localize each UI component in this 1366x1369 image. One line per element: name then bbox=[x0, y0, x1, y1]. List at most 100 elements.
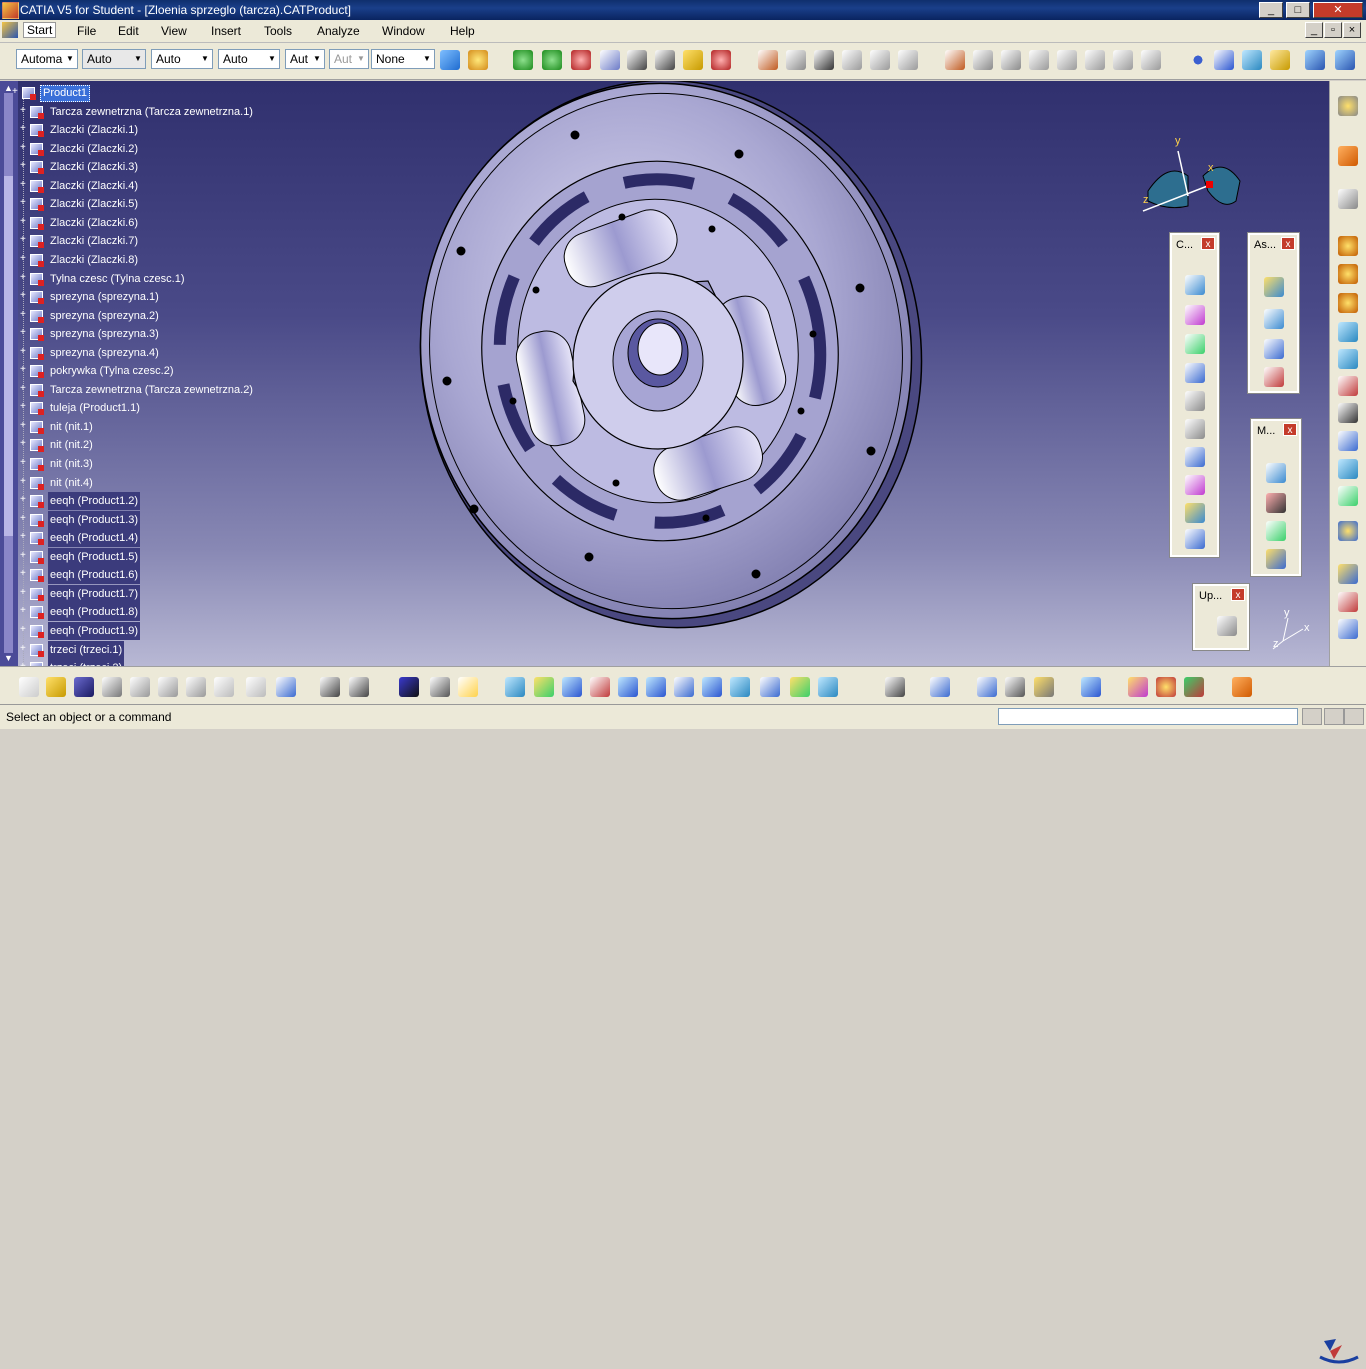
iso-view-icon[interactable] bbox=[730, 677, 750, 697]
graph-tree-reordering-icon[interactable] bbox=[945, 50, 965, 70]
expand-toggle-icon[interactable]: + bbox=[20, 476, 28, 486]
minimize-button[interactable]: _ bbox=[1259, 2, 1283, 18]
reuse-constraints-icon[interactable] bbox=[1184, 529, 1205, 549]
expand-toggle-icon[interactable]: + bbox=[20, 402, 28, 412]
rotate-icon[interactable] bbox=[590, 677, 610, 697]
scene-icon[interactable] bbox=[1338, 564, 1358, 584]
lock-icon[interactable] bbox=[430, 677, 450, 697]
menu-edit[interactable]: Edit bbox=[118, 24, 139, 38]
apply-material-icon[interactable] bbox=[468, 50, 488, 70]
measure-item-icon[interactable] bbox=[1005, 677, 1025, 697]
painter-icon[interactable] bbox=[440, 50, 460, 70]
swap-visible-space-icon[interactable] bbox=[818, 677, 838, 697]
replace-component-icon[interactable] bbox=[898, 50, 918, 70]
flag-note-icon[interactable] bbox=[1338, 431, 1358, 451]
new-part-icon[interactable] bbox=[842, 50, 862, 70]
split-icon[interactable] bbox=[1263, 277, 1284, 297]
zoom-out-icon[interactable] bbox=[646, 677, 666, 697]
fast-multi-instantiation-icon[interactable] bbox=[1085, 50, 1105, 70]
expand-toggle-icon[interactable]: + bbox=[12, 87, 20, 97]
expand-toggle-icon[interactable]: + bbox=[20, 606, 28, 616]
stop-manipulate-on-clash-icon[interactable] bbox=[1266, 549, 1286, 569]
constraints-palette[interactable]: C... x bbox=[1169, 232, 1220, 558]
expand-toggle-icon[interactable]: + bbox=[20, 179, 28, 189]
expand-toggle-icon[interactable]: + bbox=[20, 458, 28, 468]
graphic-properties-combo-5[interactable]: Aut ▼ bbox=[285, 49, 325, 69]
new-component-icon[interactable] bbox=[786, 50, 806, 70]
zoom-in-icon[interactable] bbox=[618, 677, 638, 697]
open-folder-icon[interactable] bbox=[46, 677, 66, 697]
graphic-properties-combo-1[interactable]: Automa ▼ bbox=[16, 49, 78, 69]
stop-manipulation-icon[interactable] bbox=[711, 50, 731, 70]
palette-close-button[interactable]: x bbox=[1281, 237, 1295, 250]
analysis-gear-icon[interactable] bbox=[1338, 521, 1358, 541]
material-library-icon[interactable] bbox=[1128, 677, 1148, 697]
whats-this-icon[interactable] bbox=[276, 677, 296, 697]
shading-icon[interactable] bbox=[760, 677, 780, 697]
redo-icon[interactable] bbox=[246, 677, 266, 697]
angle-constraint-icon[interactable] bbox=[1184, 363, 1205, 383]
paste-icon[interactable] bbox=[186, 677, 206, 697]
insert-product-icon[interactable] bbox=[1338, 349, 1358, 369]
expand-toggle-icon[interactable]: + bbox=[20, 198, 28, 208]
insert-component-icon[interactable] bbox=[1338, 322, 1358, 342]
view-mode-icon[interactable] bbox=[1335, 50, 1355, 70]
clash-analysis-icon[interactable] bbox=[1081, 677, 1101, 697]
assembly-features-palette[interactable]: As... x bbox=[1247, 232, 1300, 394]
grid-icon[interactable] bbox=[1232, 677, 1252, 697]
param-gear-icon[interactable] bbox=[1338, 264, 1358, 284]
expand-toggle-icon[interactable]: + bbox=[20, 291, 28, 301]
update-gear-icon[interactable] bbox=[1338, 293, 1358, 313]
expand-toggle-icon[interactable]: + bbox=[20, 161, 28, 171]
knowledge-icon[interactable] bbox=[349, 677, 369, 697]
spline-icon[interactable] bbox=[1214, 50, 1234, 70]
change-constraint-icon[interactable] bbox=[1184, 503, 1205, 523]
move-palette[interactable]: M... x bbox=[1250, 418, 1302, 577]
graphic-properties-combo-7[interactable]: None ▼ bbox=[371, 49, 435, 69]
fix-together-icon[interactable] bbox=[1184, 419, 1205, 439]
expand-toggle-icon[interactable]: + bbox=[20, 513, 28, 523]
cut-icon[interactable] bbox=[130, 677, 150, 697]
menu-help[interactable]: Help bbox=[450, 24, 475, 38]
graphic-properties-combo-4[interactable]: Auto ▼ bbox=[218, 49, 280, 69]
expand-toggle-icon[interactable]: + bbox=[20, 550, 28, 560]
catalog-icon[interactable] bbox=[758, 50, 778, 70]
explode-icon[interactable] bbox=[571, 50, 591, 70]
explode-move-icon[interactable] bbox=[1266, 521, 1286, 541]
quick-constraint-icon[interactable] bbox=[1184, 447, 1205, 467]
snap-icon[interactable] bbox=[542, 50, 562, 70]
surface-icon[interactable] bbox=[1242, 50, 1262, 70]
select-trap-icon[interactable] bbox=[1338, 189, 1358, 209]
expand-toggle-icon[interactable]: + bbox=[20, 495, 28, 505]
fix-component-icon[interactable] bbox=[1184, 391, 1205, 411]
clash-icon[interactable] bbox=[600, 50, 620, 70]
multi-view-icon[interactable] bbox=[702, 677, 722, 697]
hide-show-icon[interactable] bbox=[790, 677, 810, 697]
sort-icon[interactable] bbox=[1338, 376, 1358, 396]
weld-icon[interactable] bbox=[1338, 459, 1358, 479]
expand-toggle-icon[interactable]: + bbox=[20, 235, 28, 245]
menu-start[interactable]: Start bbox=[23, 22, 57, 38]
expand-toggle-icon[interactable]: + bbox=[20, 253, 28, 263]
expand-toggle-icon[interactable]: + bbox=[20, 142, 28, 152]
coincidence-constraint-icon[interactable] bbox=[1184, 275, 1205, 295]
multi-instantiation-icon[interactable] bbox=[1057, 50, 1077, 70]
render-icon[interactable] bbox=[1184, 677, 1204, 697]
status-button-3[interactable] bbox=[1344, 708, 1364, 725]
menu-file[interactable]: File bbox=[77, 24, 96, 38]
expand-toggle-icon[interactable]: + bbox=[20, 216, 28, 226]
expand-toggle-icon[interactable]: + bbox=[20, 383, 28, 393]
symmetry-icon[interactable] bbox=[1141, 50, 1161, 70]
fly-mode-icon[interactable] bbox=[505, 677, 525, 697]
manage-representations-icon[interactable] bbox=[1029, 50, 1049, 70]
bom-icon[interactable] bbox=[1338, 592, 1358, 612]
update-all-icon[interactable] bbox=[930, 677, 950, 697]
expand-toggle-icon[interactable]: + bbox=[20, 105, 28, 115]
menu-insert[interactable]: Insert bbox=[211, 24, 241, 38]
command-input[interactable] bbox=[998, 708, 1298, 725]
view-cube-icon[interactable] bbox=[1305, 50, 1325, 70]
menu-window[interactable]: Window bbox=[382, 24, 425, 38]
palette-close-button[interactable]: x bbox=[1231, 588, 1245, 601]
selective-load-icon[interactable] bbox=[1001, 50, 1021, 70]
constraint-gear-icon[interactable] bbox=[1338, 236, 1358, 256]
